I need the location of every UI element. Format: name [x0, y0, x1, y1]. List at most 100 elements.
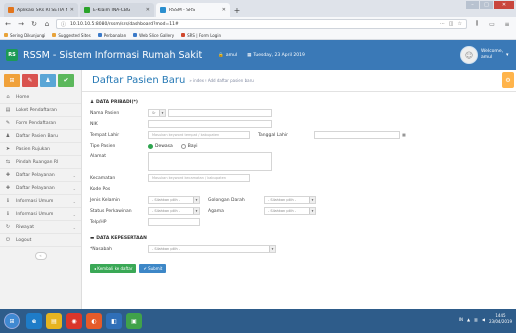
volume-icon[interactable]: ◀: [482, 317, 485, 322]
sidebar-item-icon: ℹ: [7, 211, 9, 217]
breadcrumb-index[interactable]: » index: [189, 78, 204, 83]
nik-input[interactable]: [148, 120, 272, 128]
calendar-icon[interactable]: ▦: [400, 131, 408, 139]
clock[interactable]: 1445 23/04/2019: [489, 313, 512, 325]
reload-icon[interactable]: ↻: [30, 20, 38, 28]
lock-icon: 🔒: [218, 52, 224, 58]
back-arrow-icon[interactable]: ←: [4, 20, 12, 28]
forward-arrow-icon[interactable]: →: [17, 20, 25, 28]
sidebar-item-home[interactable]: ⌂ Home: [0, 91, 81, 104]
network-icon[interactable]: ▥: [474, 317, 478, 322]
user-menu[interactable]: ☺ Welcome, amul ▾: [460, 44, 512, 66]
sidebar-item-label: Daftar Pelayanan: [16, 185, 55, 191]
sidebar-shortcuts: ⊞ ✎ ♟ ✔: [0, 70, 81, 91]
sidebar-item-informasi-umum[interactable]: ℹ Informasi Umum ⌄: [0, 208, 81, 221]
url-text: 10.10.10.5:8080/rssm/srs/dashboard?mod=1…: [70, 21, 179, 27]
bookmark-item[interactable]: Suggested Sites: [52, 33, 91, 38]
sidebar-item-logout[interactable]: ⏻ Logout: [0, 234, 81, 247]
main-content: Daftar Pasien Baru » index ⁞ Add daftar …: [82, 70, 516, 309]
taskbar-app-icon[interactable]: ◉: [66, 313, 82, 329]
close-icon[interactable]: ✕: [70, 7, 74, 13]
sidebar-item-form-pendaftaran[interactable]: ✎ Form Pendaftaran: [0, 117, 81, 130]
sidebar-item-icon: ⏻: [6, 237, 10, 243]
radio-bayi[interactable]: [180, 143, 186, 149]
sidebar-item-icon: ▤: [5, 107, 11, 113]
sidebar-item-loket-pendaftaran[interactable]: ▤ Loket Pendaftaran: [0, 104, 81, 117]
bookmark-item[interactable]: Sering Dikunjungi: [4, 33, 45, 38]
address-bar[interactable]: ⓘ 10.10.10.5:8080/rssm/srs/dashboard?mod…: [56, 19, 467, 29]
row-status-perkawinan: Status Perkawinan - Silahkan pilih - ▾ Ag…: [90, 206, 516, 216]
tanggal-lahir-input[interactable]: [314, 131, 400, 139]
bookmark-item[interactable]: Web Slice Gallery: [133, 33, 174, 38]
gear-icon[interactable]: ⚙: [502, 72, 514, 88]
sidebar-item-label: Daftar Pelayanan: [16, 172, 55, 178]
sidebar-item-icon: ✎: [5, 120, 11, 126]
row-tempat-lahir: Tempat Lahir Masukan keyword tempat / ka…: [90, 130, 516, 140]
agama-select[interactable]: - Silahkan pilih - ▾: [264, 207, 316, 215]
nasabah-select[interactable]: - Silahkan pilih - ▾: [148, 245, 276, 253]
close-window-button[interactable]: ✕: [494, 1, 514, 9]
caret-down-icon: ▾: [506, 52, 509, 58]
shortcut-grid-icon[interactable]: ⊞: [4, 74, 20, 87]
star-icon[interactable]: ☆: [458, 21, 462, 27]
bookmark-item[interactable]: Perbanalan: [97, 33, 126, 38]
sidebar-item-daftar-pasien-baru[interactable]: ♟ Daftar Pasien Baru: [0, 130, 81, 143]
chevron-down-icon: ⌄: [72, 172, 76, 178]
tempat-lahir-input[interactable]: Masukan keyword tempat / kabupaten: [148, 131, 250, 139]
library-icon[interactable]: ⫼: [472, 20, 482, 28]
sidebar-item-label: Logout: [16, 237, 32, 243]
taskbar-app-icon[interactable]: ◧: [106, 313, 122, 329]
sidebar-item-label: Pindah Ruangan RI: [16, 159, 59, 165]
language-indicator[interactable]: IN: [459, 317, 463, 322]
kecamatan-input[interactable]: Masukan keyword kecamatan / kabupaten: [148, 174, 250, 182]
shortcut-check-icon[interactable]: ✔: [58, 74, 74, 87]
hamburger-menu-icon[interactable]: ≡: [502, 21, 512, 28]
pocket-icon[interactable]: ◫: [449, 21, 454, 27]
golongan-darah-select[interactable]: - Silahkan pilih - ▾: [264, 196, 316, 204]
minimize-button[interactable]: –: [466, 1, 479, 9]
info-icon: ⓘ: [61, 21, 67, 28]
bookmark-icon: [97, 33, 102, 37]
alamat-textarea[interactable]: [148, 152, 272, 171]
tray-arrow-icon[interactable]: ▲: [467, 317, 470, 322]
name-prefix-select[interactable]: Sr ▾: [148, 109, 166, 117]
row-nik: NIK: [90, 119, 516, 129]
sidebar-item-daftar-pelayanan[interactable]: ✚ Daftar Pelayanan ⌄: [0, 169, 81, 182]
menu-dots-icon[interactable]: ···: [440, 21, 445, 27]
sidebar-item-daftar-pelayanan[interactable]: ✚ Daftar Pelayanan ⌄: [0, 182, 81, 195]
sidebar-collapse-button[interactable]: «: [34, 252, 47, 260]
sidebar-item-informasi-umum[interactable]: ℹ Informasi Umum ⌄: [0, 195, 81, 208]
taskbar-app-icon[interactable]: ▤: [46, 313, 62, 329]
radio-dewasa[interactable]: [148, 143, 153, 149]
close-icon[interactable]: ✕: [222, 7, 226, 13]
sidebar-item-label: Daftar Pasien Baru: [16, 133, 58, 139]
sidebar-item-riwayat[interactable]: ↻ Riwayat ⌄: [0, 221, 81, 234]
browser-tab-eklaim[interactable]: E-Klaim INA-CBG ✕: [80, 3, 154, 17]
new-tab-button[interactable]: +: [232, 5, 242, 17]
taskbar-app-icon[interactable]: ◐: [86, 313, 102, 329]
taskbar-app-icon[interactable]: e: [26, 313, 42, 329]
bookmarks-bar: Sering Dikunjungi Suggested Sites Perban…: [0, 31, 516, 40]
browser-tab-rssm[interactable]: RSSM - SRS ✕: [156, 3, 230, 17]
maximize-button[interactable]: □: [480, 1, 493, 9]
row-nasabah: *Nasabah - Silahkan pilih - ▾: [90, 244, 516, 254]
close-icon[interactable]: ✕: [146, 7, 150, 13]
status-perkawinan-select[interactable]: - Silahkan pilih - ▾: [148, 207, 200, 215]
taskbar-app-icon[interactable]: ▣: [126, 313, 142, 329]
nama-pasien-input[interactable]: [168, 109, 272, 117]
shortcut-edit-icon[interactable]: ✎: [22, 74, 38, 87]
bookmark-item[interactable]: SRS | Form Login: [181, 33, 221, 38]
browser-tab-aplikasi[interactable]: Aplikasi SRs RI SETIA MITRA ✕: [4, 3, 78, 17]
start-button-icon[interactable]: ⊞: [4, 313, 20, 329]
sidebar-item-pindah-ruangan-ri[interactable]: ⇆ Pindah Ruangan RI: [0, 156, 81, 169]
sidebar-toggle-icon[interactable]: ▭: [487, 21, 497, 28]
submit-button[interactable]: ✔ Submit: [139, 264, 167, 273]
back-to-list-button[interactable]: ◂ Kembali ke daftar: [90, 264, 137, 273]
row-jenis-kelamin: Jenis Kelamin - Silahkan pilih - ▾ Golong…: [90, 195, 516, 205]
sidebar-item-pasien-rujukan[interactable]: ➤ Pasien Rujukan: [0, 143, 81, 156]
telp-input[interactable]: [148, 218, 200, 226]
jenis-kelamin-select[interactable]: - Silahkan pilih - ▾: [148, 196, 200, 204]
home-icon[interactable]: ⌂: [43, 20, 51, 28]
chevron-down-icon: ▾: [269, 246, 275, 252]
shortcut-user-icon[interactable]: ♟: [40, 74, 56, 87]
